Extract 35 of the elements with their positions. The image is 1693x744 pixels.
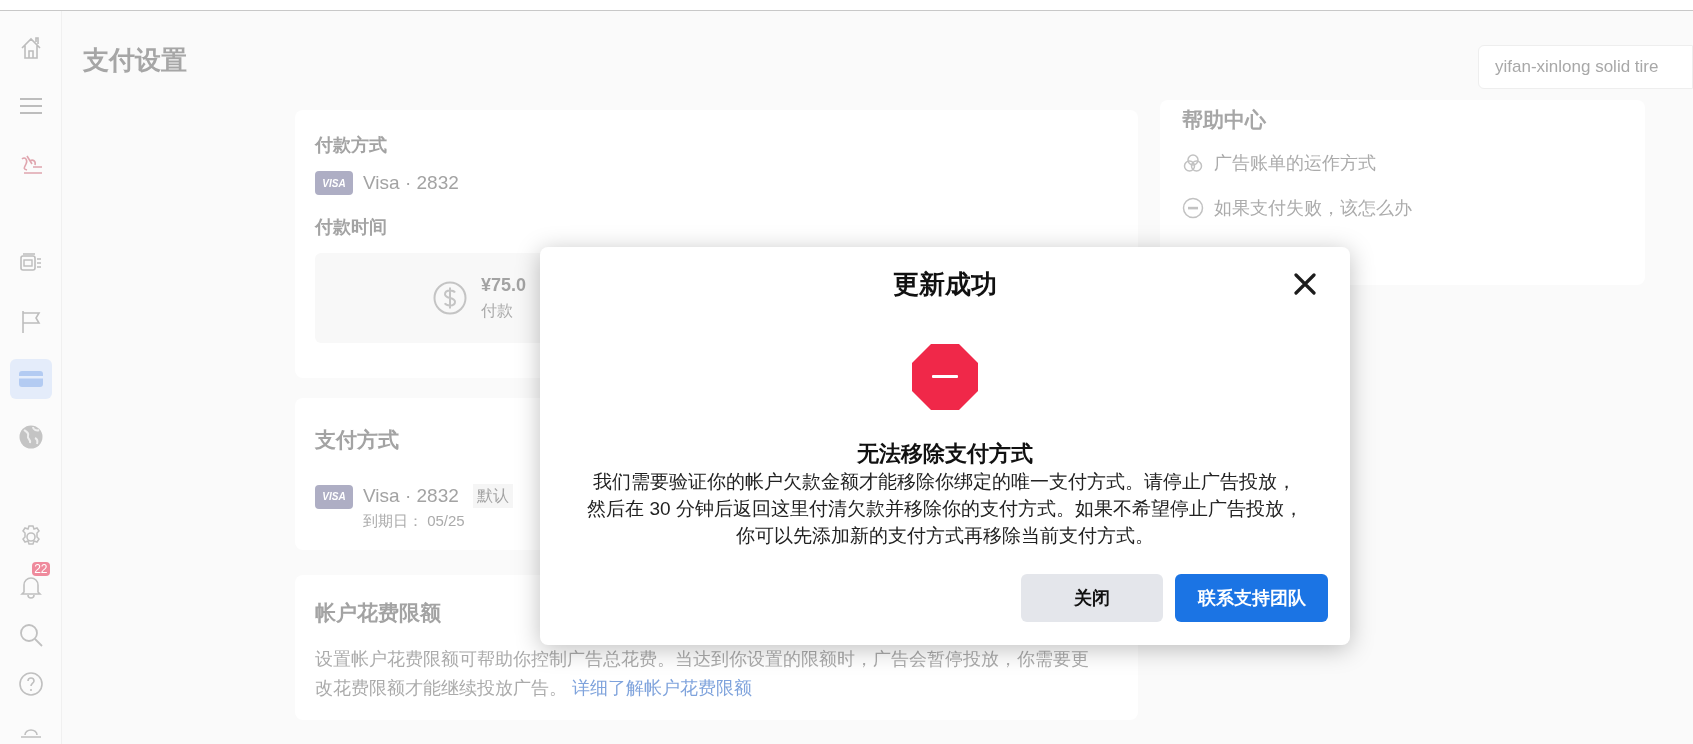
learn-more-link[interactable]: 详细了解帐户花费限额 — [572, 677, 752, 698]
dialog-message: 我们需要验证你的帐户欠款金额才能移除你绑定的唯一支付方式。请停止广告投放， 然后在 30 分钟后返回这里付清欠款并移除你的支付方式。如果不希望停止广告投放， 你可以先添加新的支付方式再移除当前支付方式。 — [587, 470, 1303, 548]
card-number: Visa · 2832 — [363, 483, 459, 508]
expiry-date: 到期日： 05/25 — [363, 511, 466, 531]
section-title: 支付方式 — [315, 427, 399, 453]
minus-circle-icon — [1182, 197, 1204, 219]
close-button[interactable] — [1292, 271, 1318, 297]
stop-sign-icon — [912, 344, 978, 410]
dollar-icon — [433, 280, 467, 315]
section-title: 帐户花费限额 — [315, 600, 441, 626]
search-icon — [17, 622, 44, 648]
section-title: 帮助中心 — [1182, 107, 1266, 133]
circles-icon — [1182, 152, 1204, 174]
default-tag: 默认 — [472, 483, 513, 508]
close-dialog-button[interactable]: 关闭 — [1021, 574, 1163, 622]
help-icon — [17, 671, 44, 697]
visa-logo: VISA — [315, 171, 353, 196]
card-number: Visa · 2832 — [363, 171, 459, 195]
amount: ¥75.0 — [481, 274, 527, 297]
description-text: 设置帐户花费限额可帮助你控制广告总花费。当达到你设置的限额时，广告会暂停投放，你需要更改花费限额才能继续投放广告。 详细了解帐户花费限额 — [315, 647, 1090, 700]
search-field[interactable]: yifan-xinlong solid tire — [1478, 45, 1693, 89]
visa-logo: VISA — [315, 484, 353, 509]
page-title: 支付设置 — [83, 44, 187, 77]
section-label: 付款时间 — [315, 215, 388, 239]
help-link[interactable]: 如果支付失败，该怎么办 — [1182, 194, 1623, 222]
globe-icon — [17, 424, 44, 450]
sidebar-button[interactable] — [9, 359, 52, 399]
section-label: 付款方式 — [315, 134, 388, 157]
dialog-heading: 无法移除支付方式 — [857, 440, 1033, 468]
amount-caption: 付款 — [481, 301, 514, 321]
help-link[interactable]: 广告账单的运作方式 — [1182, 149, 1623, 177]
dialog-title: 更新成功 — [893, 268, 997, 301]
notification-badge: 22 — [32, 562, 50, 576]
close-icon — [1294, 273, 1316, 295]
contact-support-button[interactable]: 联系支持团队 — [1175, 574, 1328, 622]
